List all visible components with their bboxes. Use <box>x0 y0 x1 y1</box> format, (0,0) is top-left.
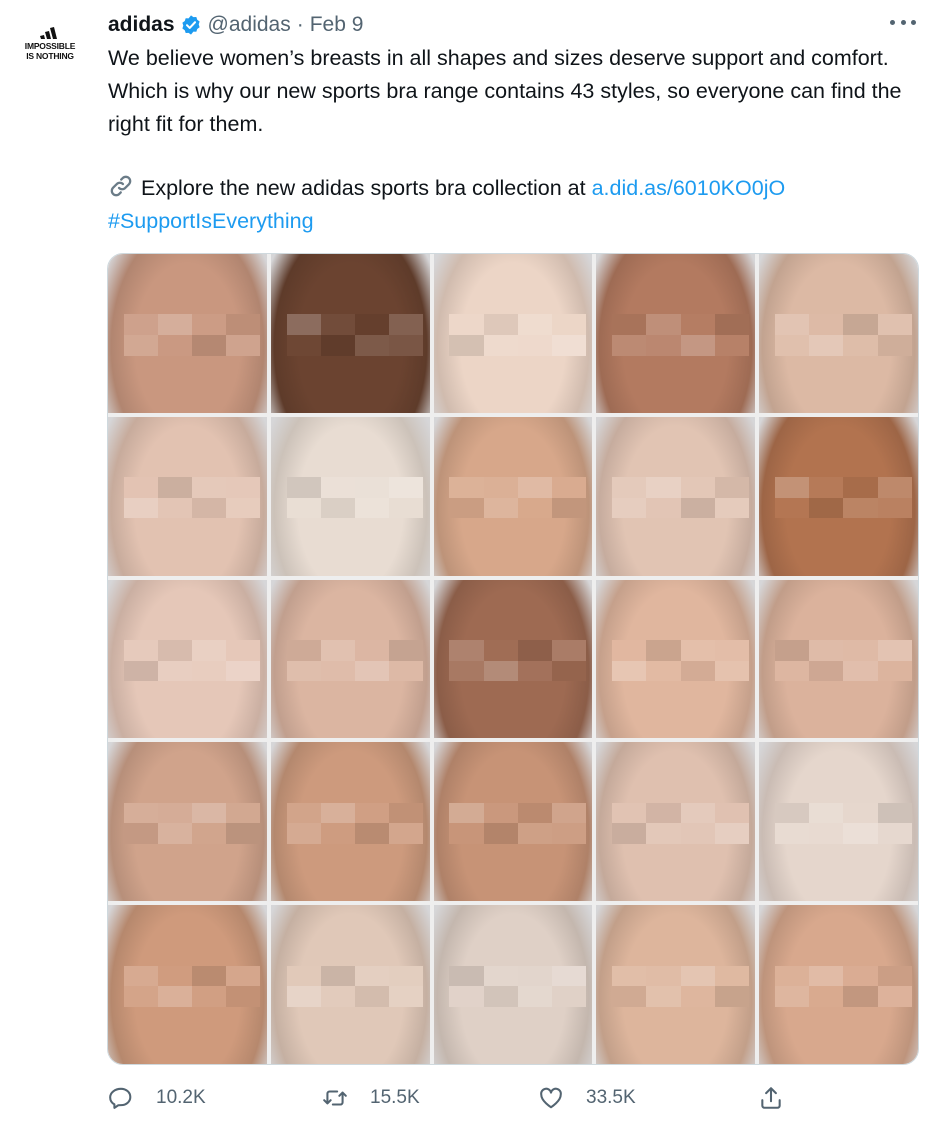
hashtag-link[interactable]: #SupportIsEverything <box>108 209 314 233</box>
photo-grid <box>108 254 918 1064</box>
pixelated-censor <box>612 314 749 356</box>
pixelated-censor <box>775 477 912 519</box>
pixelated-censor <box>612 965 749 1007</box>
author-name[interactable]: adidas <box>108 13 175 37</box>
grid-photo <box>433 416 593 576</box>
grid-photo <box>759 416 918 576</box>
avatar-slogan: IMPOSSIBLE IS NOTHING <box>24 41 76 61</box>
like-count: 33.5K <box>586 1087 636 1108</box>
link-chain-icon <box>110 175 132 197</box>
grid-photo <box>108 742 267 902</box>
media-image[interactable] <box>107 253 919 1065</box>
pixelated-censor <box>775 802 912 844</box>
grid-photo <box>759 254 918 413</box>
pixelated-censor <box>612 802 749 844</box>
reply-button[interactable]: 10.2K <box>108 1080 206 1116</box>
heart-icon <box>540 1087 562 1109</box>
pixelated-censor <box>449 639 587 682</box>
avatar[interactable]: IMPOSSIBLE IS NOTHING <box>18 26 82 66</box>
grid-photo <box>596 742 756 902</box>
pixelated-censor <box>449 314 587 356</box>
reply-count: 10.2K <box>156 1087 206 1108</box>
grid-photo <box>433 254 593 413</box>
grid-photo <box>108 579 267 739</box>
share-icon <box>761 1087 781 1109</box>
pixelated-censor <box>286 314 424 356</box>
grid-photo <box>108 254 267 413</box>
pixelated-censor <box>123 639 261 682</box>
pixelated-censor <box>612 639 749 682</box>
pixelated-censor <box>286 802 424 844</box>
pixelated-censor <box>123 965 261 1007</box>
pixelated-censor <box>123 802 261 844</box>
pixelated-censor <box>286 639 424 682</box>
separator-dot: · <box>296 13 304 36</box>
cta-link[interactable]: a.did.as/6010KO0jO <box>592 176 786 200</box>
reply-icon <box>109 1087 132 1109</box>
tweet-date[interactable]: Feb 9 <box>310 13 364 37</box>
grid-photo <box>108 416 267 576</box>
grid-photo <box>270 579 430 739</box>
more-options-icon[interactable] <box>890 14 916 30</box>
grid-photo <box>596 416 756 576</box>
grid-photo <box>270 416 430 576</box>
tweet-cta: Explore the new adidas sports bra collec… <box>108 172 908 238</box>
pixelated-censor <box>775 639 912 682</box>
grid-photo <box>596 905 756 1064</box>
retweet-icon <box>323 1090 347 1106</box>
pixelated-censor <box>449 965 587 1007</box>
retweet-count: 15.5K <box>370 1087 420 1108</box>
grid-photo <box>270 905 430 1064</box>
grid-photo <box>759 905 918 1064</box>
pixelated-censor <box>775 314 912 356</box>
tweet-actions: 10.2K 15.5K 33.5K <box>108 1080 798 1116</box>
tweet-text: We believe women’s breasts in all shapes… <box>108 42 908 238</box>
pixelated-censor <box>775 965 912 1007</box>
grid-photo <box>270 254 430 413</box>
pixelated-censor <box>123 314 261 356</box>
cta-text: Explore the new adidas sports bra collec… <box>141 176 586 200</box>
grid-photo <box>433 905 593 1064</box>
adidas-logo-icon <box>40 27 57 39</box>
tweet-header: adidas @adidas · Feb 9 <box>108 8 363 42</box>
grid-photo <box>433 579 593 739</box>
grid-photo <box>596 254 756 413</box>
pixelated-censor <box>286 477 424 519</box>
pixelated-censor <box>286 965 424 1007</box>
grid-photo <box>433 742 593 902</box>
pixelated-censor <box>123 477 261 519</box>
grid-photo <box>270 742 430 902</box>
grid-photo <box>596 579 756 739</box>
verified-badge-icon <box>181 15 200 35</box>
author-handle[interactable]: @adidas <box>208 13 291 37</box>
pixelated-censor <box>612 477 749 519</box>
pixelated-censor <box>449 477 587 519</box>
grid-photo <box>759 579 918 739</box>
retweet-button[interactable]: 15.5K <box>322 1080 420 1116</box>
share-button[interactable] <box>758 1080 784 1116</box>
grid-photo <box>108 905 267 1064</box>
like-button[interactable]: 33.5K <box>538 1080 636 1116</box>
pixelated-censor <box>449 802 587 844</box>
grid-photo <box>759 742 918 902</box>
tweet-body: We believe women’s breasts in all shapes… <box>108 46 902 136</box>
